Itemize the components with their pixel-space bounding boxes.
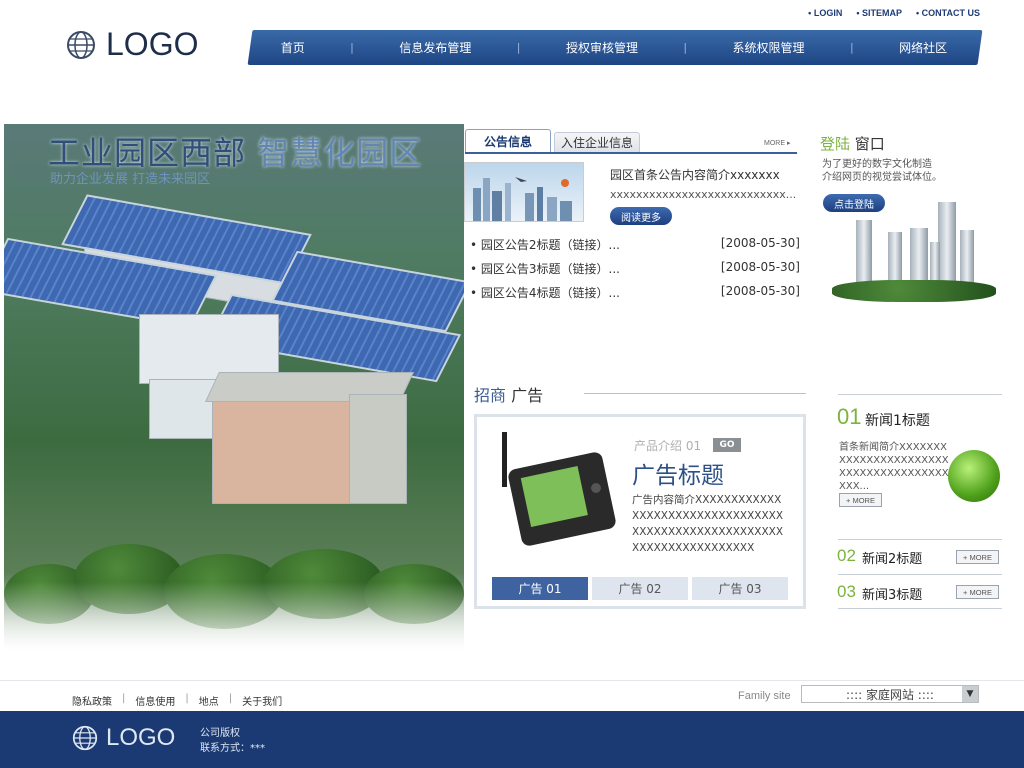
nav-auth-review[interactable]: 授权审核管理 [566, 39, 638, 56]
ad-tab-2[interactable]: 广告 02 [592, 577, 688, 600]
nav-home[interactable]: 首页 [281, 39, 305, 56]
login-title: 登陆 窗口 [820, 133, 885, 154]
nav-separator: | [350, 41, 354, 54]
footer-link-info-use[interactable]: 信息使用 [135, 693, 175, 708]
nav-separator: | [516, 41, 521, 54]
ad-title-dark: 广告 [511, 386, 544, 405]
news-2-title[interactable]: 新闻2标题 [862, 548, 922, 567]
footer-separator: | [185, 693, 189, 704]
notice-item-date: [2008-05-30] [720, 284, 800, 298]
ad-go-button[interactable]: GO [713, 438, 741, 452]
sitemap-link[interactable]: SITEMAP [856, 8, 902, 18]
ad-section-title: 招商 广告 [474, 382, 543, 406]
login-desc-line: 为了更好的数字文化制造 [822, 159, 932, 170]
login-button[interactable]: 点击登陆 [823, 194, 885, 212]
main-building-side [349, 394, 407, 504]
news-1-title[interactable]: 新闻1标题 [865, 410, 930, 430]
tab-announcements[interactable]: 公告信息 [465, 129, 551, 153]
ad-title-divider [584, 393, 806, 394]
nav-system-permission[interactable]: 系统权限管理 [733, 39, 805, 56]
footer-divider [0, 680, 1024, 681]
notice-item-title: 园区公告4标题（链接）... [470, 284, 620, 301]
news-3-more-button[interactable]: + MORE [956, 585, 999, 599]
notice-more-link[interactable]: MORE ▸ [764, 139, 790, 147]
family-site-label: Family site [738, 690, 791, 702]
family-site-select[interactable]: :::: 家庭网站 :::: [801, 685, 979, 703]
login-link[interactable]: LOGIN [808, 8, 843, 18]
main-building [212, 394, 352, 504]
announcement-intro-title: 园区首条公告内容简介xxxxxxx [610, 168, 780, 182]
top-links: LOGIN SITEMAP CONTACT US [808, 8, 980, 18]
nav-info-publish[interactable]: 信息发布管理 [399, 39, 471, 56]
login-title-dark: 窗口 [854, 135, 885, 153]
tab-enterprise-info[interactable]: 入住企业信息 [554, 132, 640, 153]
news-number: 02 [837, 546, 856, 565]
footer-link-privacy[interactable]: 隐私政策 [72, 693, 112, 708]
footer-logo: LOGO [72, 724, 175, 752]
news-1-description: 首条新闻简介XXXXXXXXXXXXXXXXXXXXXXXXXXXXXXXXXX… [839, 442, 949, 492]
notice-item-title: 园区公告3标题（链接）... [470, 260, 620, 277]
login-desc-line: 介绍网页的视觉尝试体位。 [822, 172, 942, 183]
notice-list-item[interactable]: 园区公告4标题（链接）... [2008-05-30] [470, 284, 800, 301]
announcement-thumbnail [464, 162, 584, 222]
nav-separator: | [683, 41, 688, 54]
ad-headline[interactable]: 广告标题 [632, 456, 724, 490]
ad-tab-3[interactable]: 广告 03 [692, 577, 788, 600]
news-divider [838, 574, 1002, 575]
notice-list-item[interactable]: 园区公告3标题（链接）... [2008-05-30] [470, 260, 800, 277]
footer-company: 公司版权 [200, 728, 240, 739]
tab-underline [465, 152, 797, 154]
chevron-down-icon[interactable]: ▼ [962, 686, 978, 702]
phone-image-icon [502, 432, 616, 546]
news-divider [838, 608, 1002, 609]
notice-item-date: [2008-05-30] [720, 236, 800, 250]
hero-subtitle: 助力企业发展 打造未来园区 [50, 172, 211, 187]
contact-us-link[interactable]: CONTACT US [916, 8, 980, 18]
nav-community[interactable]: 网络社区 [899, 39, 947, 56]
notice-item-date: [2008-05-30] [720, 260, 800, 274]
nav-separator: | [850, 41, 854, 54]
footer-logo-text: LOGO [106, 724, 176, 751]
footer-link-about[interactable]: 关于我们 [242, 693, 282, 708]
site-logo[interactable]: LOGO [66, 26, 198, 63]
hero-image: 工业园区西部 智慧化园区 助力企业发展 打造未来园区 [4, 124, 464, 652]
announcement-intro[interactable]: 园区首条公告内容简介xxxxxxx xxxxxxxxxxxxxxxxxxxxxx… [610, 166, 796, 204]
news-number: 01 [837, 404, 862, 429]
footer-separator: | [228, 693, 233, 704]
news-divider [838, 539, 1002, 540]
footer-link-location[interactable]: 地点 [199, 693, 219, 708]
news-1-more-button[interactable]: + MORE [839, 493, 882, 507]
ad-kicker: 产品介绍 01 [634, 439, 702, 453]
hero-title-main: 工业园区西部 [48, 134, 247, 172]
globe-logo-icon [67, 30, 95, 59]
globe-image-icon [948, 450, 1000, 502]
city-skyline-icon [473, 177, 572, 221]
notice-list-item[interactable]: 园区公告2标题（链接）... [2008-05-30] [470, 236, 800, 253]
main-nav: 首页 | 信息发布管理 | 授权审核管理 | 系统权限管理 | 网络社区 [258, 30, 970, 65]
news-2-more-button[interactable]: + MORE [956, 550, 999, 564]
login-title-green: 登陆 [820, 135, 851, 153]
ad-title-blue: 招商 [474, 386, 507, 405]
globe-logo-icon [72, 725, 98, 751]
footer-separator: | [122, 693, 126, 704]
news-3-title[interactable]: 新闻3标题 [862, 584, 922, 603]
login-description: 为了更好的数字文化制造 介绍网页的视觉尝试体位。 [822, 158, 942, 184]
read-more-button[interactable]: 阅读更多 [610, 207, 672, 225]
news-number: 03 [837, 582, 856, 601]
announcement-intro-body: xxxxxxxxxxxxxxxxxxxxxxxxxxx... [610, 188, 796, 201]
ad-body-text: 广告内容简介XXXXXXXXXXXXXXXXXXXXXXXXXXXXXXXXXX… [632, 494, 784, 554]
footer-contact: 联系方式：*** [200, 743, 265, 754]
hero-fade [4, 582, 464, 652]
logo-text: LOGO [106, 26, 199, 62]
footer-info: 公司版权 联系方式：*** [200, 726, 265, 756]
ad-tab-1[interactable]: 广告 01 [492, 577, 588, 600]
hero-title-highlight: 智慧化园区 [257, 134, 423, 172]
news-divider [838, 394, 1002, 395]
footer-links: 隐私政策 | 信息使用 | 地点 | 关于我们 [72, 693, 282, 708]
notice-item-title: 园区公告2标题（链接）... [470, 236, 620, 253]
